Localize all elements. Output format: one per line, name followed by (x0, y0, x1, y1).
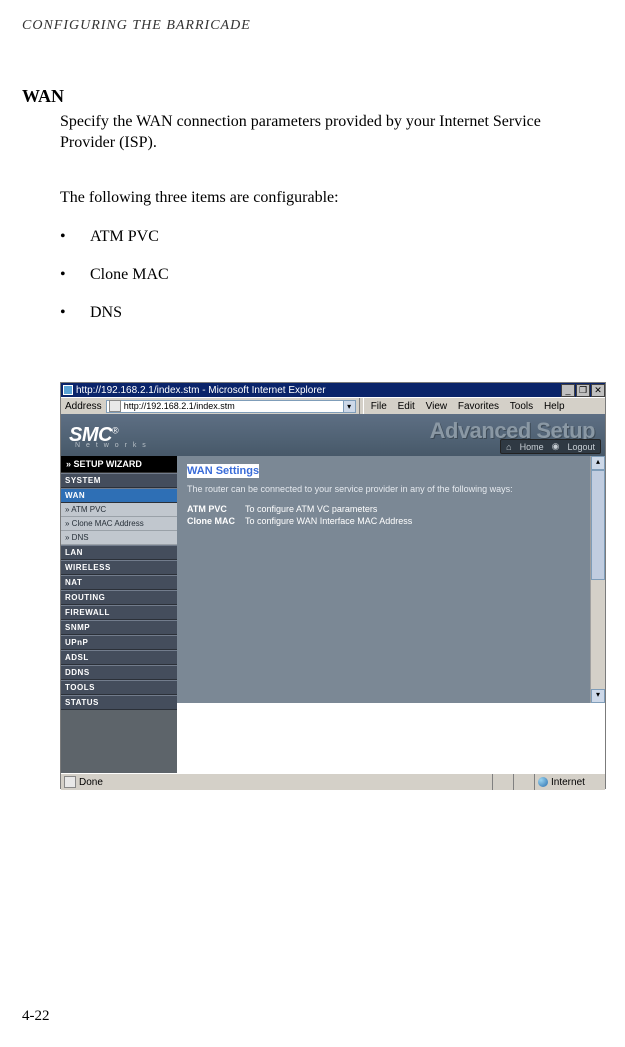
toolbar-separator (359, 398, 364, 414)
main-area: » SETUP WIZARD SYSTEM WAN » ATM PVC » Cl… (61, 456, 605, 773)
section-heading: WAN (22, 86, 64, 107)
sidebar-item-adsl[interactable]: ADSL (61, 650, 177, 665)
sidebar-item-wan[interactable]: WAN (61, 488, 177, 503)
address-value: http://192.168.2.1/index.stm (124, 401, 235, 411)
list-item: ATM PVC (60, 228, 169, 246)
sidebar-item-upnp[interactable]: UPnP (61, 635, 177, 650)
sidebar-item-tools[interactable]: TOOLS (61, 680, 177, 695)
row-key[interactable]: Clone MAC (187, 516, 245, 528)
scroll-up-icon[interactable]: ▴ (591, 456, 605, 470)
page-banner: SMC® N e t w o r k s Advanced Setup ⌂ Ho… (61, 414, 605, 456)
sidebar-item-snmp[interactable]: SNMP (61, 620, 177, 635)
list-item: Clone MAC (60, 266, 169, 284)
globe-icon (538, 777, 548, 787)
sidebar-item-system[interactable]: SYSTEM (61, 473, 177, 488)
sidebar-item-nat[interactable]: NAT (61, 575, 177, 590)
content-whitespace (177, 703, 605, 773)
status-bar: Done Internet (61, 773, 605, 790)
networks-subtitle: N e t w o r k s (75, 442, 148, 449)
content-outer: WAN Settings The router can be connected… (177, 456, 605, 773)
quick-links: ⌂ Home ◉ Logout (500, 439, 601, 454)
status-panel (492, 774, 513, 790)
config-item-list: ATM PVC Clone MAC DNS (60, 228, 169, 342)
menu-edit[interactable]: Edit (398, 401, 415, 412)
row-value: To configure ATM VC parameters (245, 504, 422, 516)
sidebar: » SETUP WIZARD SYSTEM WAN » ATM PVC » Cl… (61, 456, 177, 773)
minimize-button[interactable]: _ (561, 384, 575, 397)
content-panel: WAN Settings The router can be connected… (177, 456, 590, 703)
menu-tools[interactable]: Tools (510, 401, 533, 412)
vertical-scrollbar[interactable]: ▴ ▾ (590, 456, 605, 703)
address-dropdown-icon[interactable]: ▾ (344, 400, 356, 413)
list-item: DNS (60, 304, 169, 322)
maximize-button[interactable]: ❐ (576, 384, 590, 397)
sidebar-sub-dns[interactable]: » DNS (61, 531, 177, 545)
intro-paragraph: Specify the WAN connection parameters pr… (60, 112, 585, 154)
sidebar-filler (61, 710, 177, 773)
row-key[interactable]: ATM PVC (187, 504, 245, 516)
sidebar-item-ddns[interactable]: DDNS (61, 665, 177, 680)
menu-view[interactable]: View (426, 401, 448, 412)
sidebar-item-routing[interactable]: ROUTING (61, 590, 177, 605)
logout-link[interactable]: Logout (567, 442, 595, 452)
sidebar-item-lan[interactable]: LAN (61, 545, 177, 560)
ie-icon (63, 385, 73, 395)
menu-help[interactable]: Help (544, 401, 565, 412)
home-icon: ⌂ (506, 442, 511, 452)
close-button[interactable]: ✕ (591, 384, 605, 397)
home-link[interactable]: Home (520, 442, 544, 452)
menu-bar: File Edit View Favorites Tools Help (367, 401, 569, 412)
zone-label: Internet (551, 777, 585, 788)
sidebar-sub-clone-mac[interactable]: » Clone MAC Address (61, 517, 177, 531)
menu-file[interactable]: File (371, 401, 387, 412)
scroll-thumb[interactable] (591, 470, 605, 580)
content-table: ATM PVC To configure ATM VC parameters C… (187, 504, 422, 528)
table-row: ATM PVC To configure ATM VC parameters (187, 504, 422, 516)
security-zone: Internet (534, 774, 605, 790)
menu-favorites[interactable]: Favorites (458, 401, 499, 412)
page-favicon (109, 400, 121, 412)
row-value: To configure WAN Interface MAC Address (245, 516, 422, 528)
address-label: Address (61, 401, 106, 412)
status-text: Done (79, 777, 103, 788)
running-header: CONFIGURING THE BARRICADE (22, 18, 251, 34)
page-number: 4-22 (22, 1008, 50, 1025)
logout-icon: ◉ (552, 441, 560, 452)
address-field[interactable]: http://192.168.2.1/index.stm (106, 400, 344, 413)
list-intro: The following three items are configurab… (60, 188, 585, 209)
table-row: Clone MAC To configure WAN Interface MAC… (187, 516, 422, 528)
status-panel (513, 774, 534, 790)
address-toolbar: Address http://192.168.2.1/index.stm ▾ F… (61, 397, 605, 414)
sidebar-item-status[interactable]: STATUS (61, 695, 177, 710)
embedded-screenshot: http://192.168.2.1/index.stm - Microsoft… (60, 382, 606, 789)
content-blurb: The router can be connected to your serv… (187, 484, 580, 494)
sidebar-sub-atm-pvc[interactable]: » ATM PVC (61, 503, 177, 517)
status-page-icon (64, 776, 76, 788)
setup-wizard-link[interactable]: » SETUP WIZARD (61, 456, 177, 473)
window-title: http://192.168.2.1/index.stm - Microsoft… (76, 385, 326, 396)
scroll-down-icon[interactable]: ▾ (591, 689, 605, 703)
window-titlebar: http://192.168.2.1/index.stm - Microsoft… (61, 383, 605, 397)
sidebar-item-wireless[interactable]: WIRELESS (61, 560, 177, 575)
content-title: WAN Settings (187, 464, 259, 478)
sidebar-item-firewall[interactable]: FIREWALL (61, 605, 177, 620)
